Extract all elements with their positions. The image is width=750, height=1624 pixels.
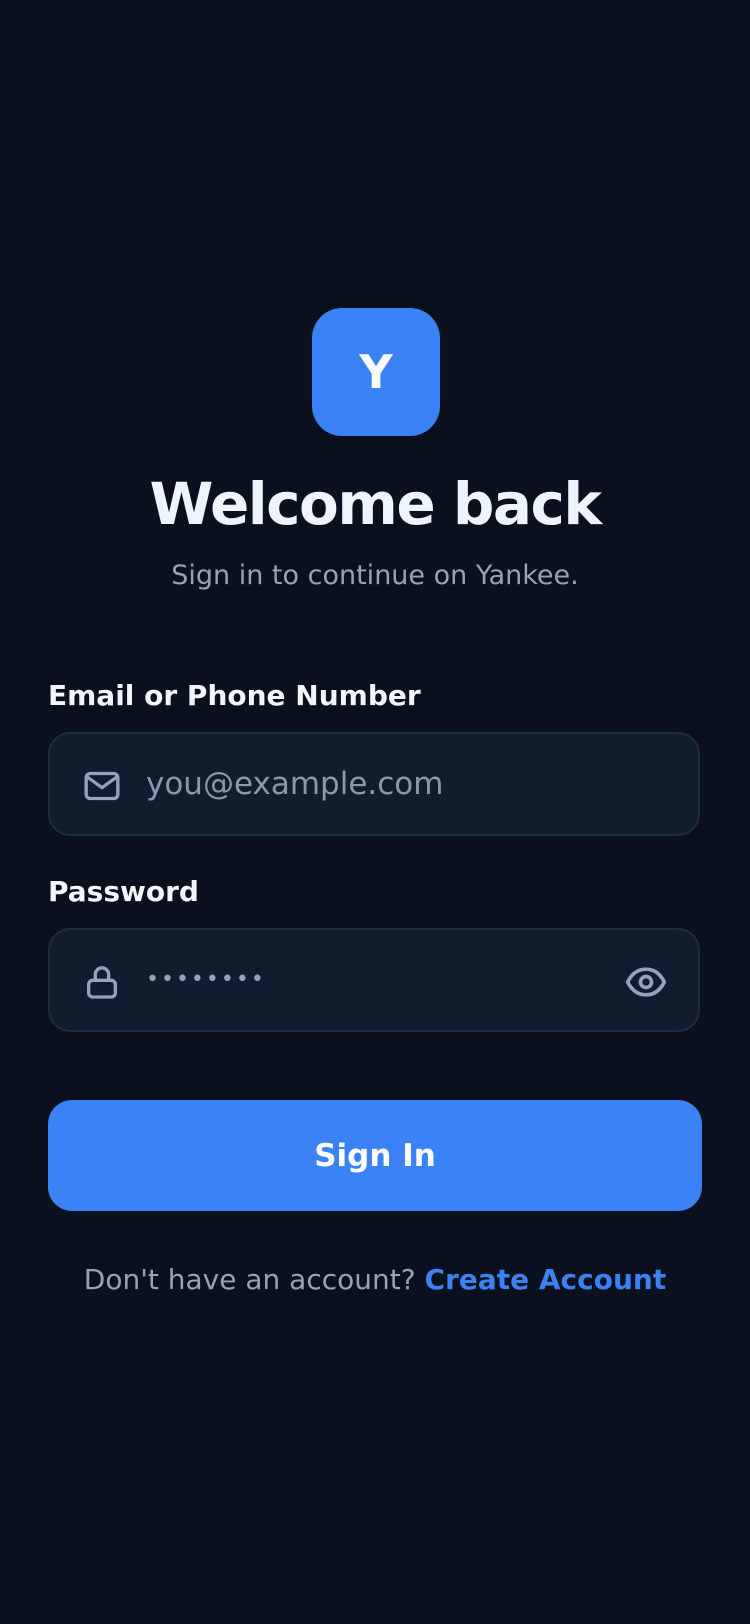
email-input[interactable] xyxy=(146,734,616,834)
password-label: Password xyxy=(48,875,199,908)
create-account-link[interactable]: Create Account xyxy=(425,1263,667,1296)
email-label: Email or Phone Number xyxy=(48,679,421,712)
eye-icon[interactable] xyxy=(624,960,668,1004)
app-logo: Y xyxy=(312,308,440,436)
sign-in-button[interactable]: Sign In xyxy=(48,1100,702,1211)
password-field[interactable]: •••••••• xyxy=(48,928,700,1032)
logo-letter: Y xyxy=(359,345,393,399)
lock-icon xyxy=(82,962,122,1002)
email-field[interactable] xyxy=(48,732,700,836)
page-title: Welcome back xyxy=(149,470,602,538)
mail-icon xyxy=(82,766,122,806)
signup-prompt: Don't have an account? Create Account xyxy=(0,1258,750,1302)
signup-prompt-text: Don't have an account? xyxy=(83,1263,416,1296)
password-input[interactable]: •••••••• xyxy=(146,930,266,1030)
page-subtitle: Sign in to continue on Yankee. xyxy=(171,560,579,591)
